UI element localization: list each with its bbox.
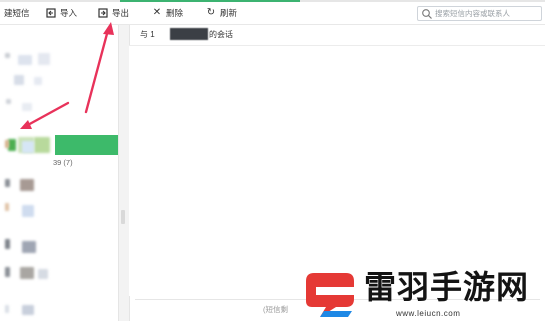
import-label: 导入 bbox=[60, 8, 78, 18]
message-area bbox=[129, 46, 545, 296]
blurred-contact bbox=[34, 137, 50, 153]
search-box[interactable] bbox=[417, 6, 542, 21]
selected-highlight bbox=[55, 135, 118, 155]
blurred-contact bbox=[22, 305, 34, 315]
blurred-contact bbox=[14, 75, 24, 85]
selected-conversation[interactable] bbox=[0, 135, 118, 155]
export-button[interactable]: 导出 bbox=[98, 6, 129, 20]
watermark-brand: 雷羽手游网 bbox=[364, 268, 530, 306]
refresh-button[interactable]: ↻ 刷新 bbox=[206, 6, 237, 20]
blurred-contact bbox=[5, 305, 9, 313]
delete-button[interactable]: ✕ 删除 bbox=[152, 6, 183, 20]
brand-logo-icon bbox=[306, 273, 354, 317]
blurred-contact bbox=[22, 205, 34, 217]
toolbar: 建短信 导入 导出 ✕ 删除 ↻ 刷新 bbox=[0, 2, 545, 25]
blurred-contact bbox=[18, 55, 32, 65]
conversation-title-prefix: 与 1 bbox=[140, 30, 155, 39]
export-icon bbox=[98, 8, 108, 18]
blurred-contact bbox=[5, 179, 10, 187]
compose-placeholder: (短信剩 bbox=[263, 305, 288, 314]
blurred-contact bbox=[8, 139, 16, 151]
import-icon bbox=[46, 8, 56, 18]
export-label: 导出 bbox=[112, 8, 130, 18]
blurred-contact bbox=[38, 53, 50, 65]
blurred-contact bbox=[5, 140, 9, 148]
blurred-contact bbox=[5, 203, 9, 211]
search-icon bbox=[422, 8, 432, 19]
watermark: 雷羽手游网 www.leiucn.com bbox=[300, 265, 545, 329]
close-icon: ✕ bbox=[152, 7, 162, 18]
watermark-url: www.leiucn.com bbox=[396, 309, 461, 318]
blurred-contact bbox=[38, 269, 48, 279]
search-input[interactable] bbox=[433, 9, 540, 18]
blurred-contact bbox=[5, 53, 10, 58]
blurred-contact bbox=[20, 267, 34, 279]
scrollbar-thumb[interactable] bbox=[121, 210, 125, 224]
blurred-contact bbox=[5, 267, 10, 277]
blurred-contact bbox=[5, 239, 10, 249]
import-button[interactable]: 导入 bbox=[46, 6, 77, 20]
blurred-contact bbox=[34, 77, 42, 85]
new-sms-button[interactable]: 建短信 bbox=[4, 6, 30, 20]
contact-list: 39 (7) bbox=[0, 25, 118, 329]
unread-count: 39 (7) bbox=[53, 158, 73, 167]
blurred-contact bbox=[20, 179, 34, 191]
blurred-contact bbox=[22, 241, 36, 253]
blurred-contact bbox=[22, 141, 34, 153]
new-sms-label: 建短信 bbox=[4, 8, 30, 18]
refresh-label: 刷新 bbox=[220, 8, 238, 18]
redacted-number bbox=[170, 28, 208, 40]
conversation-header: 与 1 的会话 bbox=[129, 25, 545, 46]
blurred-contact bbox=[22, 103, 32, 111]
blurred-contact bbox=[6, 99, 11, 104]
conversation-title-suffix: 的会话 bbox=[209, 30, 233, 39]
delete-label: 删除 bbox=[166, 8, 184, 18]
refresh-icon: ↻ bbox=[206, 7, 216, 18]
